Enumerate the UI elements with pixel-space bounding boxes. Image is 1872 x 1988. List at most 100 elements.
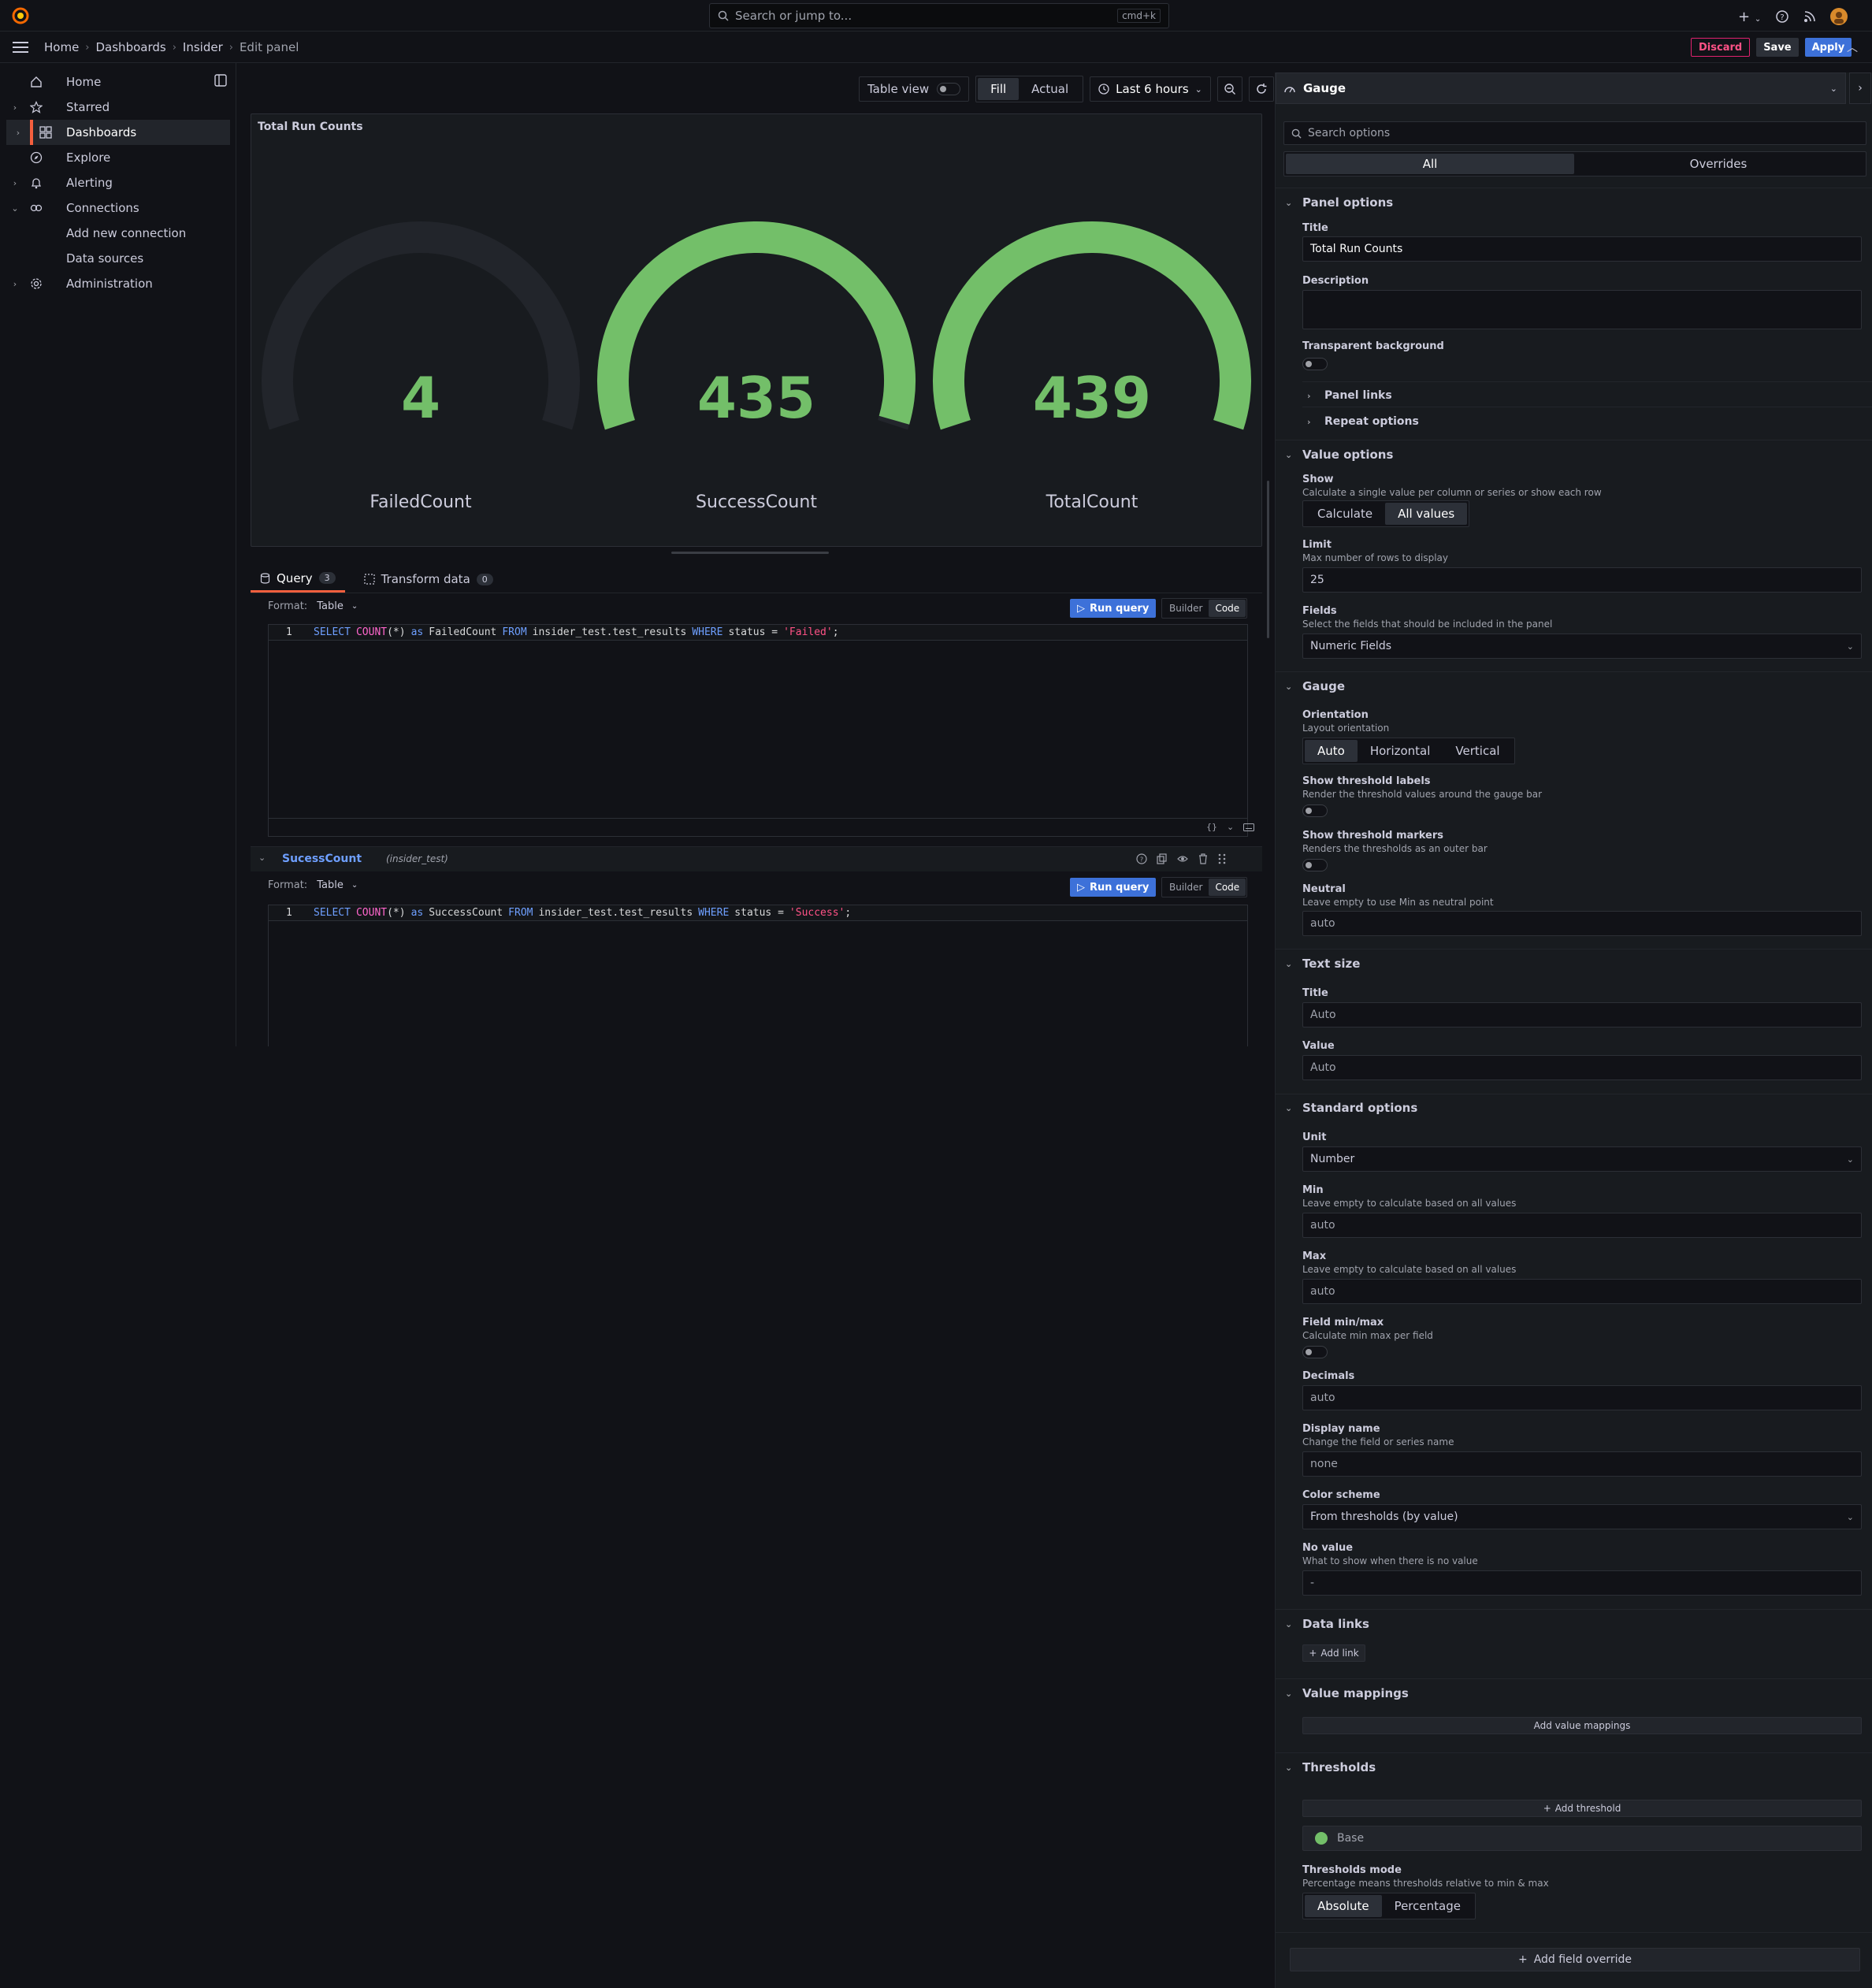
discard-button[interactable]: Discard (1691, 38, 1751, 57)
text-value-input[interactable]: Auto (1302, 1055, 1862, 1080)
threshold-labels-toggle[interactable] (1302, 804, 1328, 817)
sidebar-item-administration[interactable]: › Administration (0, 271, 236, 296)
vertical-splitter-handle[interactable] (1267, 481, 1269, 638)
run-query-button[interactable]: ▷ Run query (1070, 599, 1157, 618)
chevron-right-icon[interactable]: › (0, 102, 30, 113)
actual-option[interactable]: Actual (1019, 78, 1081, 100)
save-button[interactable]: Save (1756, 38, 1799, 57)
trash-icon[interactable] (1198, 853, 1209, 864)
drag-handle-icon[interactable] (1218, 853, 1226, 864)
grafana-logo[interactable] (11, 6, 30, 25)
avatar[interactable] (1830, 8, 1848, 25)
breadcrumb-insider[interactable]: Insider (183, 40, 223, 54)
pane-splitter-handle[interactable] (671, 552, 829, 554)
code-option[interactable]: Code (1209, 879, 1246, 896)
visualization-picker[interactable]: Gauge ⌄ (1276, 72, 1846, 104)
sidebar-item-connections[interactable]: ⌄ Connections (0, 195, 236, 221)
display-name-input[interactable]: none (1302, 1451, 1862, 1477)
tab-transform[interactable]: Transform data 0 (363, 566, 493, 593)
tab-query[interactable]: Query 3 (251, 566, 345, 593)
sidebar-item-home[interactable]: Home (0, 69, 236, 95)
min-input[interactable]: auto (1302, 1213, 1862, 1238)
section-value-mappings[interactable]: ⌄ Value mappings (1276, 1686, 1409, 1700)
code-editor[interactable]: 1 SELECT COUNT(*) as SuccessCount FROM i… (268, 905, 1248, 1046)
orientation-horizontal[interactable]: Horizontal (1358, 740, 1443, 762)
collapse-options-button[interactable]: › (1849, 72, 1871, 104)
calculate-option[interactable]: Calculate (1305, 503, 1385, 525)
eye-icon[interactable] (1177, 853, 1188, 864)
menu-icon[interactable] (13, 42, 28, 53)
no-value-input[interactable]: - (1302, 1570, 1862, 1596)
all-values-option[interactable]: All values (1385, 503, 1468, 525)
section-thresholds[interactable]: ⌄ Thresholds (1276, 1760, 1376, 1774)
mode-absolute[interactable]: Absolute (1305, 1895, 1382, 1917)
section-gauge[interactable]: ⌄ Gauge (1276, 679, 1345, 693)
add-field-override-button[interactable]: + Add field override (1290, 1948, 1860, 1971)
code-editor[interactable]: 1 SELECT COUNT(*) as FailedCount FROM in… (268, 624, 1255, 837)
panel-links-row[interactable]: › Panel links (1302, 389, 1392, 402)
text-title-input[interactable]: Auto (1302, 1002, 1862, 1027)
section-value-options[interactable]: ⌄ Value options (1276, 448, 1393, 462)
builder-option[interactable]: Builder (1163, 879, 1209, 896)
sidebar-item-data-sources[interactable]: Data sources (0, 246, 236, 271)
chevron-down-icon[interactable]: ⌄ (1227, 822, 1234, 832)
rss-icon[interactable] (1803, 10, 1816, 23)
query-name[interactable]: SucessCount (282, 853, 362, 865)
code-option[interactable]: Code (1209, 600, 1246, 617)
chevron-up-icon[interactable]: ︿ (1847, 39, 1858, 55)
neutral-input[interactable]: auto (1302, 911, 1862, 936)
format-code-icon[interactable]: {} (1206, 822, 1217, 832)
keyboard-icon[interactable] (1243, 823, 1255, 831)
sidebar-item-add-new-connection[interactable]: Add new connection (0, 221, 236, 246)
sidebar-item-alerting[interactable]: › Alerting (0, 170, 236, 195)
section-standard-options[interactable]: ⌄ Standard options (1276, 1101, 1417, 1115)
search-options-input[interactable]: Search options (1283, 121, 1866, 145)
chevron-right-icon[interactable]: › (6, 128, 30, 138)
limit-input[interactable]: 25 (1302, 567, 1862, 593)
tab-overrides[interactable]: Overrides (1574, 154, 1863, 174)
threshold-markers-toggle[interactable] (1302, 859, 1328, 871)
breadcrumb-home[interactable]: Home (44, 40, 79, 54)
max-input[interactable]: auto (1302, 1279, 1862, 1304)
builder-option[interactable]: Builder (1163, 600, 1209, 617)
orientation-vertical[interactable]: Vertical (1443, 740, 1512, 762)
orientation-auto[interactable]: Auto (1305, 740, 1358, 762)
description-textarea[interactable] (1302, 290, 1862, 329)
sidebar-item-dashboards[interactable]: › Dashboards (6, 120, 230, 145)
format-select[interactable]: Table ⌄ (317, 879, 358, 891)
chevron-right-icon[interactable]: › (0, 178, 30, 188)
chevron-right-icon[interactable]: › (0, 279, 30, 289)
add-value-mappings-button[interactable]: Add value mappings (1302, 1717, 1862, 1734)
title-input[interactable]: Total Run Counts (1302, 236, 1862, 262)
breadcrumb-dashboards[interactable]: Dashboards (96, 40, 166, 54)
section-panel-options[interactable]: ⌄ Panel options (1276, 195, 1393, 210)
section-text-size[interactable]: ⌄ Text size (1276, 957, 1360, 971)
add-threshold-button[interactable]: + Add threshold (1302, 1800, 1862, 1817)
format-select[interactable]: Table ⌄ (317, 600, 358, 612)
sidebar-item-starred[interactable]: › Starred (0, 95, 236, 120)
fill-option[interactable]: Fill (978, 78, 1020, 100)
apply-button[interactable]: Apply (1804, 38, 1852, 57)
threshold-color-swatch[interactable] (1315, 1832, 1328, 1845)
sidebar-item-explore[interactable]: Explore (0, 145, 236, 170)
help-icon[interactable]: ? (1136, 853, 1147, 864)
unit-select[interactable]: Number ⌄ (1302, 1146, 1862, 1172)
add-link-button[interactable]: + Add link (1302, 1644, 1365, 1662)
transparent-toggle[interactable] (1302, 358, 1328, 370)
tab-all[interactable]: All (1286, 154, 1574, 174)
table-view-toggle[interactable]: Table view (859, 76, 970, 102)
color-scheme-select[interactable]: From thresholds (by value) ⌄ (1302, 1504, 1862, 1529)
help-icon[interactable]: ? (1775, 9, 1789, 24)
repeat-options-row[interactable]: › Repeat options (1302, 415, 1419, 428)
time-picker[interactable]: Last 6 hours ⌄ (1090, 76, 1211, 102)
chevron-down-icon[interactable]: ⌄ (0, 203, 30, 214)
field-minmax-toggle[interactable] (1302, 1346, 1328, 1358)
section-data-links[interactable]: ⌄ Data links (1276, 1617, 1369, 1631)
new-icon[interactable]: + ⌄ (1738, 9, 1761, 25)
fields-select[interactable]: Numeric Fields ⌄ (1302, 634, 1862, 659)
search-input[interactable]: Search or jump to... cmd+k (709, 3, 1169, 28)
refresh-button[interactable] (1248, 76, 1274, 102)
zoom-out-button[interactable] (1216, 76, 1242, 102)
chevron-down-icon[interactable]: ⌄ (258, 853, 266, 863)
decimals-input[interactable]: auto (1302, 1385, 1862, 1410)
